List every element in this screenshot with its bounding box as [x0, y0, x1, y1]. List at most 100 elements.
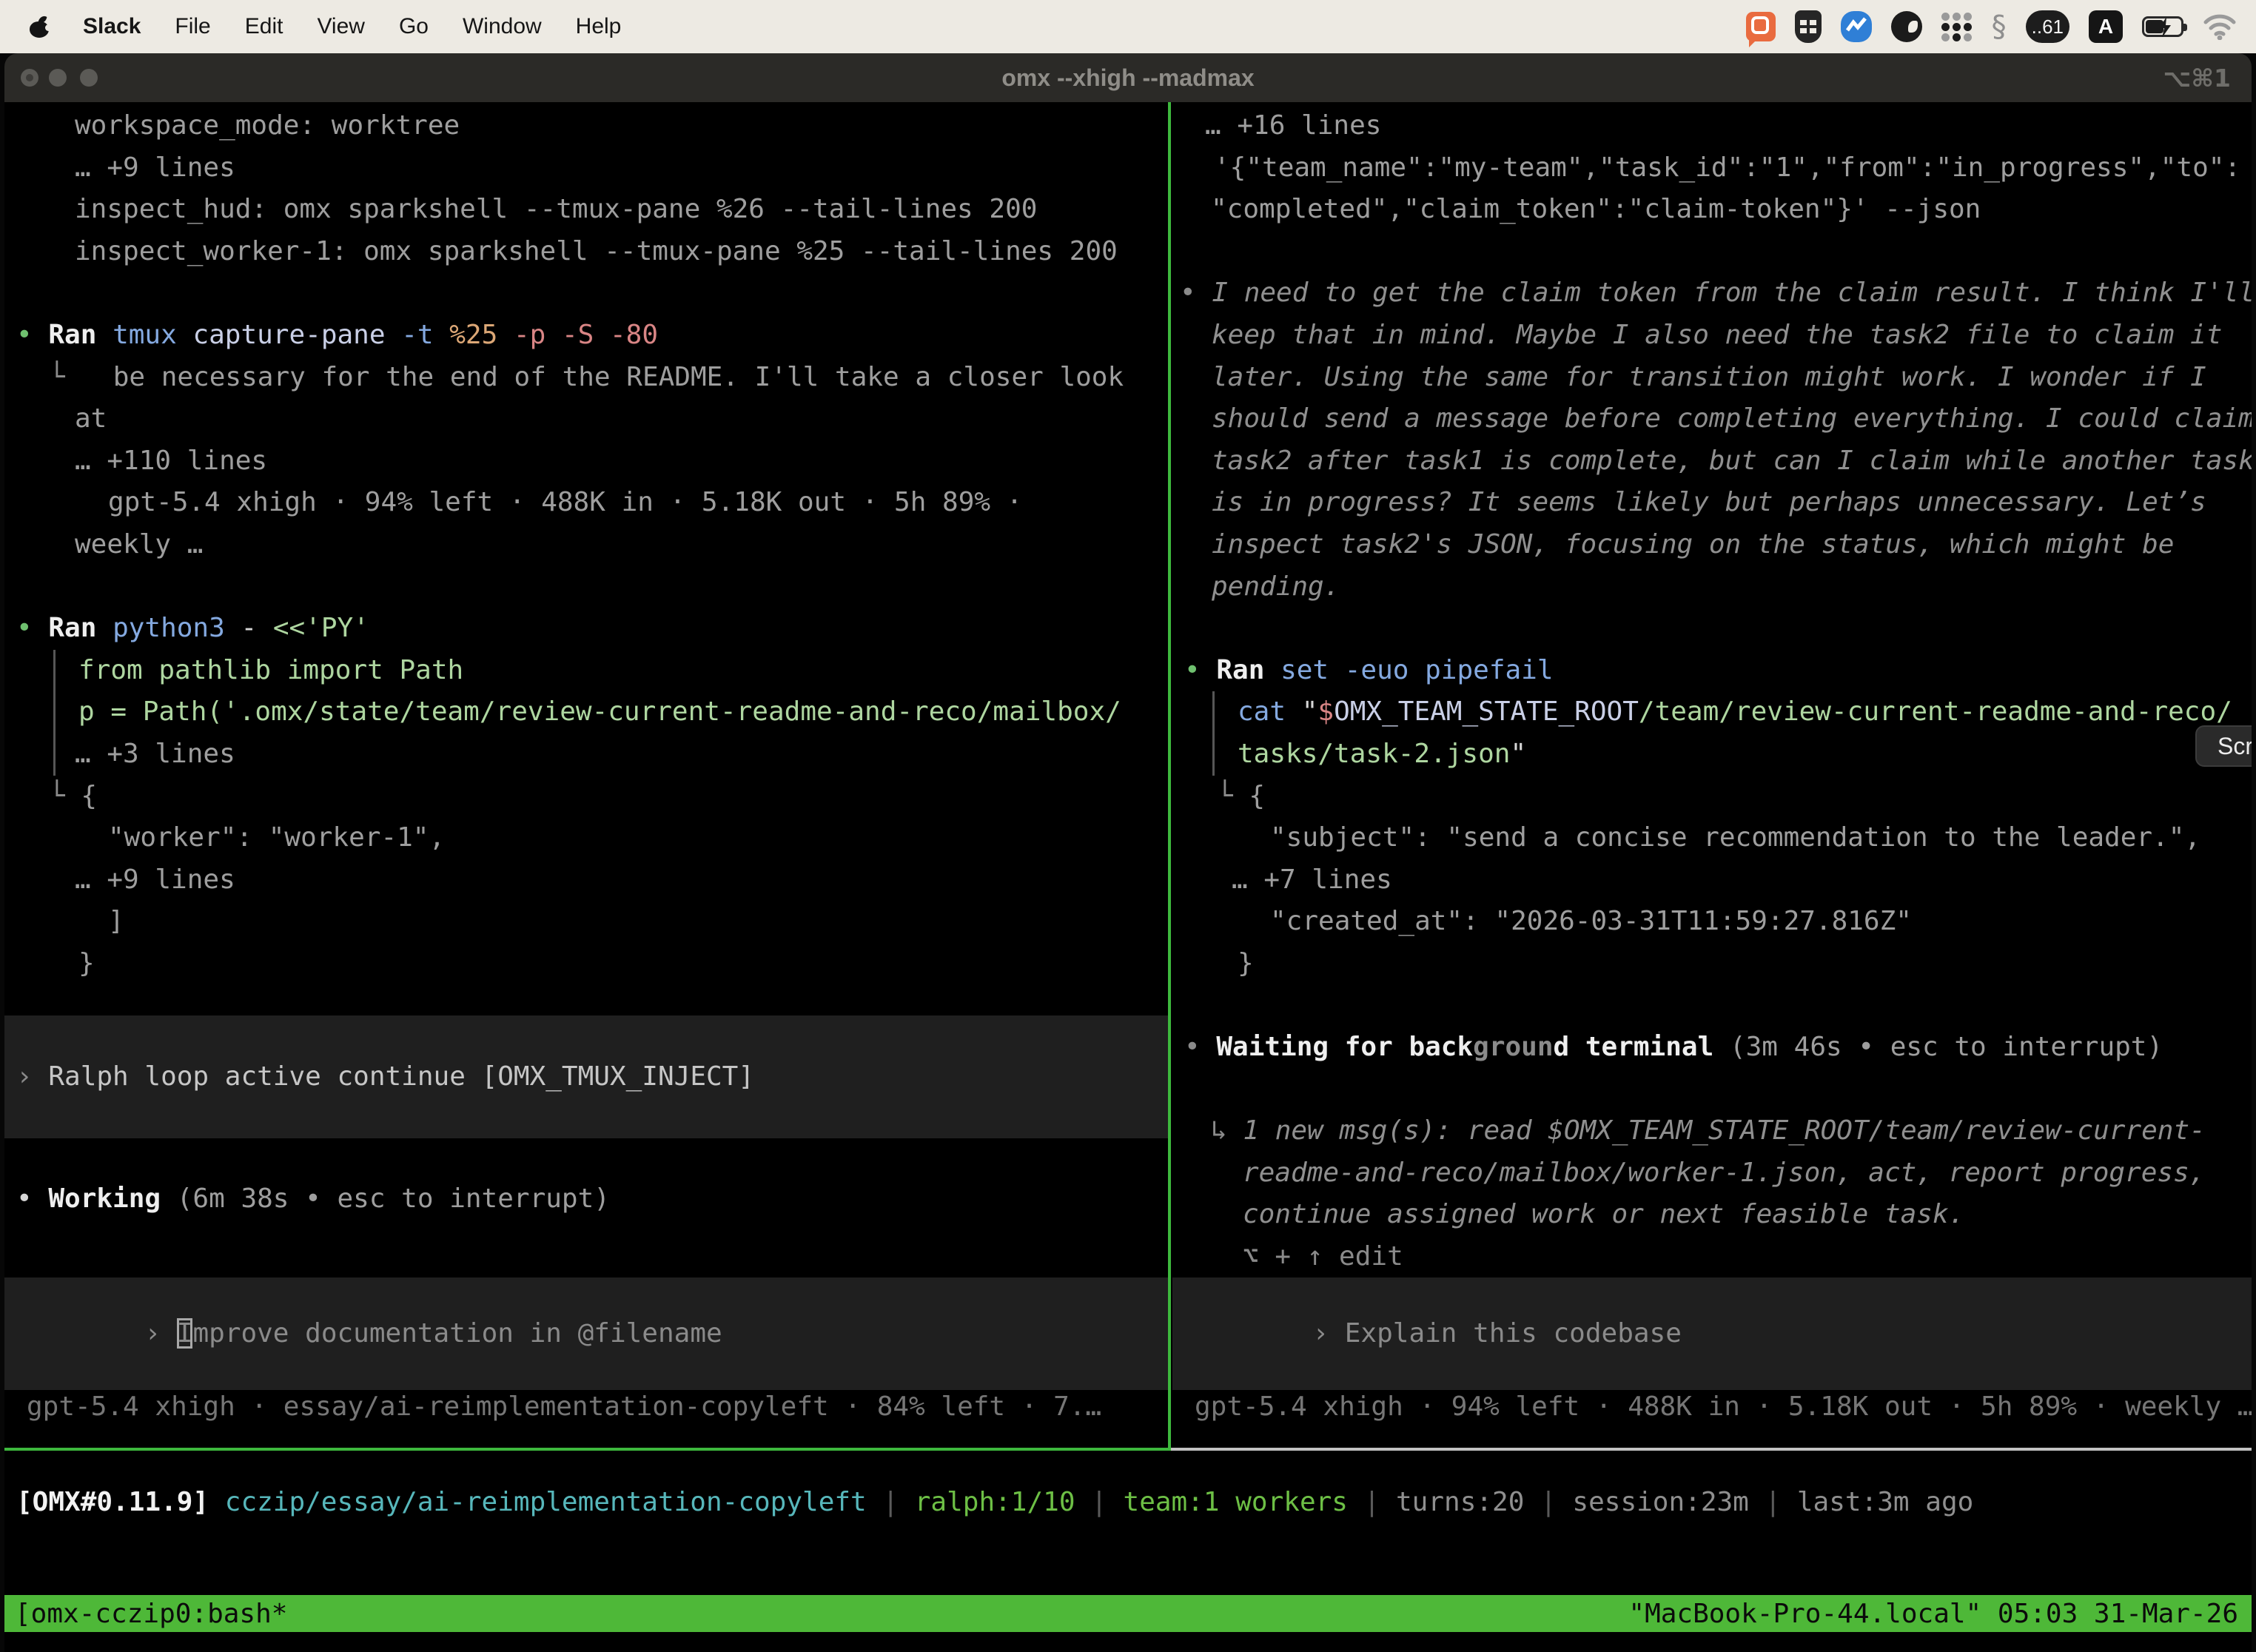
terminal-line: • Ran python3 - <<'PY' [4, 608, 1168, 650]
terminal-line: at [4, 398, 1168, 440]
token: " [1510, 739, 1526, 769]
token: session:23m [1572, 1487, 1748, 1517]
token: %25 [449, 320, 514, 350]
token: … +9 lines [75, 864, 235, 895]
terminal-line: "subject": "send a concise recommendatio… [1172, 817, 2252, 859]
terminal-line: … +7 lines [1172, 859, 2252, 901]
token: [OMX#0.11.9] [16, 1487, 225, 1517]
privacy-shield-icon[interactable] [1795, 10, 1822, 43]
menu-item-file[interactable]: File [175, 14, 210, 39]
token: cczip/essay/ai-reimplementation-copyleft [225, 1487, 867, 1517]
pane-divider[interactable] [1168, 102, 1171, 1448]
token: last:3m ago [1797, 1487, 1973, 1517]
apple-menu-icon[interactable] [30, 16, 49, 38]
token: tasks/task-2.json [1238, 739, 1510, 769]
prompt-placeholder: mprove documentation in @filename [192, 1318, 722, 1349]
left-model-status-line: gpt-5.4 xhigh · essay/ai-reimplementatio… [4, 1386, 1168, 1428]
token: | [1075, 1487, 1124, 1517]
menu-item-help[interactable]: Help [576, 14, 622, 39]
squiggle-icon[interactable]: § [1992, 10, 2007, 43]
token: at [75, 403, 107, 434]
token: Ran [1216, 655, 1280, 685]
token: 1 new msg(s): read $OMX_TEAM_STATE_ROOT/… [1243, 1115, 2205, 1146]
menu-item-go[interactable]: Go [399, 14, 429, 39]
token: } [78, 948, 95, 978]
moon-circle-icon[interactable] [1891, 10, 1922, 43]
menu-bar: Slack File Edit View Go Window Help [0, 0, 2256, 53]
terminal-line: ] [4, 901, 1168, 943]
tool-output-connector-line [53, 650, 56, 776]
sync-badge-icon[interactable] [1841, 10, 1872, 43]
token: ⌥ + ↑ edit [1243, 1241, 1403, 1272]
tmux-pane-left: workspace_mode: worktree… +9 linesinspec… [4, 53, 1168, 1652]
token: " [1302, 696, 1318, 727]
token: -S [562, 320, 610, 350]
terminal-line: readme-and-reco/mailbox/worker-1.json, a… [1172, 1152, 2252, 1195]
omx-session-status-line: [OMX#0.11.9] cczip/essay/ai-reimplementa… [4, 1482, 2252, 1524]
token: $ [1317, 696, 1334, 727]
menu-app-name[interactable]: Slack [83, 14, 141, 39]
terminal-line: └ { [4, 776, 1168, 818]
token: • [1184, 655, 1216, 685]
prompt-input-right-text: › Explain this codebase [1172, 1271, 1682, 1397]
dots-grid-icon[interactable] [1941, 10, 1973, 43]
terminal-line: '{"team_name":"my-team","task_id":"1","f… [1172, 147, 2252, 189]
token: • [16, 320, 48, 350]
queued-message-box[interactable]: › Ralph loop active continue [OMX_TMUX_I… [4, 1015, 1168, 1138]
terminal-line: • Ran set -euo pipefail [1172, 650, 2252, 692]
battery-icon[interactable] [2142, 10, 2183, 43]
terminal-line: … +110 lines [4, 440, 1168, 483]
token: d terminal [1554, 1032, 1714, 1062]
terminal-line: task2 after task1 is complete, but can I… [1172, 440, 2252, 483]
count-badge-icon[interactable]: ..61 [2026, 10, 2069, 43]
token: inspect task2's JSON, focusing on the st… [1212, 529, 2174, 560]
keyboard-layout-icon[interactable]: A [2089, 10, 2123, 43]
token: readme-and-reco/mailbox/worker-1.json, a… [1243, 1158, 2205, 1188]
token: Working [48, 1183, 161, 1214]
token: should send a message before completing … [1212, 403, 2252, 434]
menu-item-edit[interactable]: Edit [245, 14, 283, 39]
right-terminal-lines: … +16 lines '{"team_name":"my-team","task… [1172, 105, 2252, 1278]
text-cursor: I [177, 1318, 193, 1349]
terminal-line: ↳ 1 new msg(s): read $OMX_TEAM_STATE_ROO… [1172, 1110, 2252, 1152]
token: ↳ [1211, 1115, 1243, 1146]
token: later. Using the same for transition mig… [1212, 362, 2206, 392]
terminal-line: … +9 lines [4, 147, 1168, 189]
token: Ran [48, 613, 113, 643]
token: '{"team_name":"my-team","task_id":"1","f… [1214, 152, 2240, 183]
terminal-line: pending. [1172, 566, 2252, 608]
token: … +16 lines [1205, 110, 1381, 141]
token: capture-pane [192, 320, 401, 350]
terminal-line: tasks/task-2.json" [1172, 733, 2252, 776]
terminal-line: is in progress? It seems likely but perh… [1172, 482, 2252, 524]
terminal-line: └ be necessary for the end of the README… [4, 357, 1168, 399]
menu-status-icons: § ..61 A [1746, 10, 2256, 43]
prompt-input-right[interactable]: › Explain this codebase [1172, 1277, 2252, 1390]
terminal-line [1172, 231, 2252, 273]
terminal-line: } [4, 943, 1168, 985]
token: set -euo pipefail [1280, 655, 1553, 685]
menu-item-view[interactable]: View [317, 14, 364, 39]
token: └ [1217, 781, 1249, 811]
terminal-line: "worker": "worker-1", [4, 817, 1168, 859]
prompt-placeholder: Explain this codebase [1345, 1318, 1682, 1349]
token: team:1 workers [1124, 1487, 1348, 1517]
terminal-window: omx --xhigh --madmax ⌥⌘1 workspace_mode:… [4, 53, 2252, 1652]
token: | [1749, 1487, 1797, 1517]
tmux-session-name[interactable]: [omx-cczip0:bash* [4, 1599, 287, 1629]
token: gpt-5.4 xhigh · 94% left · 488K in · 5.1… [108, 487, 1022, 517]
prompt-input-left[interactable]: › Improve documentation in @filename [4, 1277, 1168, 1390]
terminal-line: continue assigned work or next feasible … [1172, 1194, 2252, 1236]
messages-icon[interactable] [1746, 10, 1776, 43]
token: … +7 lines [1232, 864, 1392, 895]
token: … +9 lines [75, 152, 235, 183]
token: "worker": "worker-1", [108, 822, 445, 853]
terminal-line: … +9 lines [4, 859, 1168, 901]
token: └ [49, 362, 113, 392]
token: › [16, 1061, 48, 1092]
prompt-chevron: › [144, 1318, 176, 1349]
menu-item-window[interactable]: Window [463, 14, 542, 39]
wifi-icon[interactable] [2203, 10, 2237, 43]
token: task2 after task1 is complete, but can I… [1212, 446, 2252, 476]
terminal-line [1172, 608, 2252, 650]
